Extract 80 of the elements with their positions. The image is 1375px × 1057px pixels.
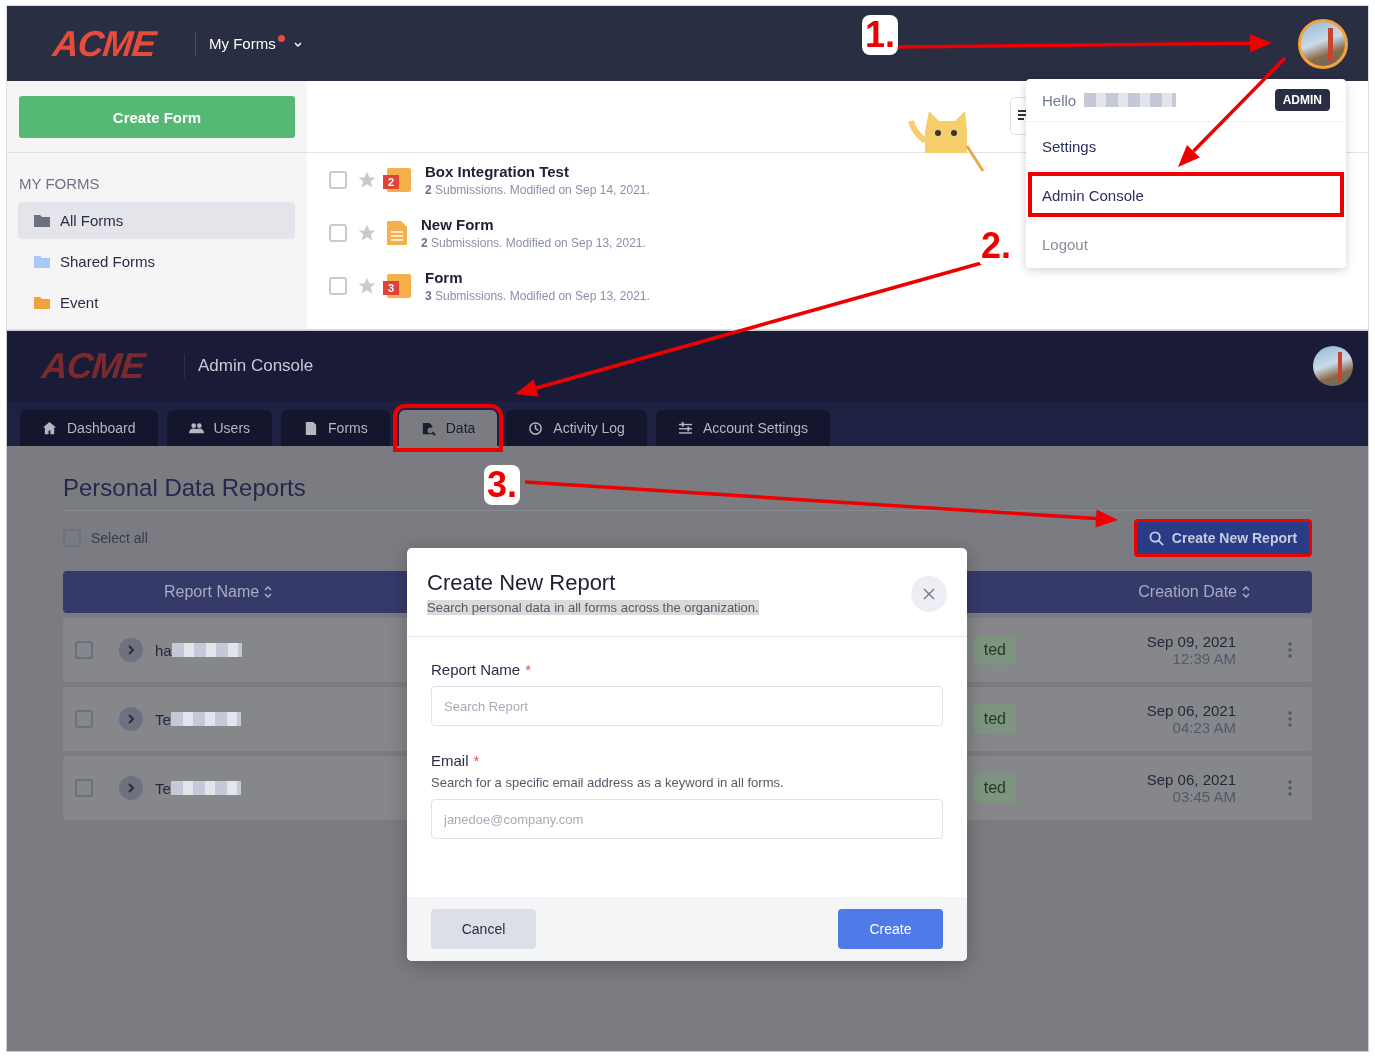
close-icon (923, 588, 935, 600)
sort-icon (1241, 585, 1251, 599)
chevron-right-icon (127, 644, 135, 656)
history-icon (528, 420, 544, 436)
dialog-button[interactable]: Cancel (431, 909, 536, 949)
form-title[interactable]: Form (425, 268, 650, 286)
nav-tab[interactable]: Users (166, 410, 273, 446)
form-title[interactable]: New Form (421, 215, 646, 233)
status-tag: ted (973, 635, 1016, 665)
chevron-right-icon (127, 782, 135, 794)
search-icon (1148, 530, 1164, 546)
status-tag: ted (973, 773, 1016, 803)
document-icon (303, 420, 319, 436)
document-icon (387, 220, 407, 245)
column-header[interactable]: Creation Date (1138, 583, 1251, 601)
required-mark: * (525, 661, 532, 678)
step-number: 1. (862, 15, 899, 55)
nav-tab[interactable]: Account Settings (655, 410, 830, 446)
document-search-icon (420, 420, 436, 436)
nav-tab[interactable]: Dashboard (20, 410, 158, 446)
step-number: 3. (484, 465, 521, 505)
role-badge: ADMIN (1274, 89, 1330, 111)
form-details: 2 Submissions. Modified on Sep 13, 2021. (421, 235, 646, 250)
expand-button[interactable] (119, 707, 143, 731)
checkbox[interactable] (329, 223, 347, 242)
creation-date: Sep 06, 2021 (1145, 771, 1236, 788)
redacted-name (170, 781, 241, 795)
checkbox[interactable] (75, 641, 93, 659)
menu-item[interactable]: Admin Console (1026, 170, 1346, 219)
checkbox[interactable] (75, 779, 93, 797)
header-title: Admin Console (198, 356, 314, 376)
more-options-icon[interactable] (1288, 780, 1292, 796)
sidebar-item[interactable]: Event (18, 284, 295, 321)
more-options-icon[interactable] (1288, 711, 1292, 727)
report-name: Te (155, 779, 171, 797)
creation-date: Sep 09, 2021 (1145, 633, 1236, 650)
greeting: Hello (1042, 91, 1077, 109)
sidebar-item[interactable]: All Forms (18, 202, 295, 239)
sidebar-heading: MY FORMS (19, 175, 101, 192)
acme-logo: ACME (39, 345, 147, 387)
dialog-button[interactable]: Create (838, 909, 943, 949)
avatar-photo-placeholder[interactable] (1313, 346, 1353, 386)
dialog-subtitle: Search personal data in all forms across the organization. (427, 600, 759, 615)
checkbox[interactable] (329, 276, 347, 295)
close-button[interactable] (911, 576, 947, 612)
creation-date: Sep 06, 2021 (1145, 702, 1236, 719)
status-tag: ted (973, 704, 1016, 734)
form-title[interactable]: Box Integration Test (425, 162, 650, 180)
sliders-icon (677, 420, 693, 436)
more-options-icon[interactable] (1288, 642, 1292, 658)
my-forms-menu[interactable]: My Forms (209, 35, 303, 52)
redacted-name (171, 643, 242, 657)
nav-tab[interactable]: Activity Log (506, 410, 647, 446)
home-icon (42, 420, 57, 436)
sort-icon (263, 585, 274, 599)
expand-button[interactable] (119, 776, 143, 800)
report-name: ha (155, 641, 172, 659)
input-field[interactable]: Search Report (431, 686, 943, 726)
required-mark: * (473, 752, 480, 769)
form-details: 3 Submissions. Modified on Sep 13, 2021. (425, 288, 650, 303)
nav-tab[interactable]: Forms (281, 410, 390, 446)
acme-logo: ACME (50, 22, 158, 65)
sidebar-item[interactable]: Shared Forms (18, 243, 295, 280)
create-report-button[interactable]: Create New Report (1134, 519, 1312, 557)
expand-button[interactable] (119, 638, 143, 662)
field-label: Report Name (431, 661, 521, 678)
field-hint: Search for a specific email address as a keyword in all forms. (431, 775, 785, 790)
caret-icon (292, 40, 303, 50)
users-icon (188, 420, 204, 436)
form-details: 2 Submissions. Modified on Sep 14, 2021. (425, 182, 650, 197)
avatar-photo-placeholder[interactable] (1298, 18, 1348, 69)
chevron-right-icon (127, 713, 135, 725)
column-header[interactable]: Report Name (164, 583, 274, 601)
input-field[interactable]: janedoe@company.com (431, 799, 943, 839)
report-name: Te (155, 710, 171, 728)
field-label: Email (431, 752, 469, 769)
checkbox[interactable] (75, 710, 93, 728)
redacted-name (170, 712, 241, 726)
dialog-title: Create New Report (427, 570, 617, 596)
checkbox[interactable] (329, 170, 347, 189)
